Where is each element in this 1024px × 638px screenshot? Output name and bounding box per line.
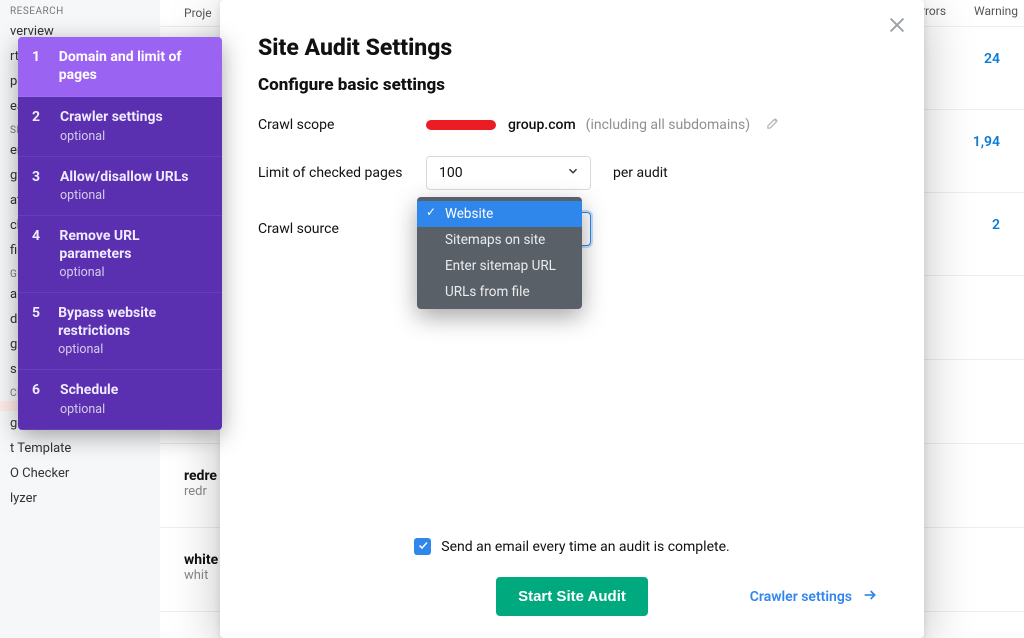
limit-pages-suffix: per audit [613,165,668,181]
step-title: Remove URL parameters [59,228,208,263]
email-notify-label: Send an email every time an audit is com… [441,539,729,555]
row-name: redre [184,468,217,484]
row-sub: redr [184,484,217,499]
limit-pages-select[interactable]: 100 [426,156,591,190]
settings-stepper: 1 Domain and limit of pages 2 Crawler setti… [18,37,222,430]
row-name: white [184,552,218,568]
email-notify-row: Send an email every time an audit is com… [258,538,886,555]
arrow-right-icon [862,587,878,607]
bg-nav-category: Research [0,0,160,19]
step-5[interactable]: 5 Bypass website restrictions optional [18,293,222,370]
modal-title: Site Audit Settings [258,34,886,61]
modal-footer: Send an email every time an audit is com… [258,538,886,616]
step-number: 6 [32,382,46,417]
step-title: Schedule [60,382,118,400]
redacted-domain-prefix [426,120,496,130]
step-title: Crawler settings [60,109,163,127]
crawl-source-option-sitemaps[interactable]: Sitemaps on site [417,227,582,253]
crawl-source-option-from-file[interactable]: URLs from file [417,279,582,305]
step-subtitle: optional [60,188,189,203]
step-number: 5 [32,305,44,357]
bg-col-project: Proje [184,6,212,20]
crawl-source-option-enter-url[interactable]: Enter sitemap URL [417,253,582,279]
row-sub: whit [184,568,218,583]
step-1[interactable]: 1 Domain and limit of pages [18,37,222,97]
step-title: Allow/disallow URLs [60,169,189,187]
limit-pages-row: Limit of checked pages 100 per audit [258,156,886,190]
start-site-audit-button[interactable]: Start Site Audit [496,577,648,616]
step-title: Bypass website restrictions [58,305,208,340]
step-2[interactable]: 2 Crawler settings optional [18,97,222,157]
crawl-source-label: Crawl source [258,221,426,237]
crawl-source-dropdown: Website Sitemaps on site Enter sitemap U… [417,197,582,309]
step-subtitle: optional [60,129,163,144]
email-notify-checkbox[interactable] [414,538,431,555]
crawl-scope-label: Crawl scope [258,117,426,133]
chevron-down-icon [566,164,580,182]
step-3[interactable]: 3 Allow/disallow URLsoptional [18,157,222,217]
crawl-scope-domain: group.com [508,117,576,133]
bg-col-right-group: Errors Warning [914,4,1018,18]
step-4[interactable]: 4 Remove URL parameters optional [18,216,222,293]
crawler-settings-link-label: Crawler settings [750,589,852,605]
bg-nav-item: O Checker [0,461,160,486]
bg-nav-item: lyzer [0,486,160,511]
crawl-scope-note: (including all subdomains) [586,117,750,133]
limit-pages-label: Limit of checked pages [258,165,426,181]
step-number: 1 [32,49,45,84]
step-6[interactable]: 6 Schedule optional [18,370,222,430]
modal-subtitle: Configure basic settings [258,75,886,95]
step-number: 2 [32,109,46,144]
pencil-icon [766,115,781,134]
edit-scope-button[interactable] [766,115,781,134]
crawl-scope-row: Crawl scope group.com (including all sub… [258,115,886,134]
step-title: Domain and limit of pages [59,49,208,84]
row-warnings: 1,94 [960,134,1000,150]
step-subtitle: optional [60,402,118,417]
site-audit-settings-modal: Site Audit Settings Configure basic sett… [220,0,924,638]
crawl-source-option-website[interactable]: Website [417,201,582,227]
step-number: 4 [32,228,45,280]
close-button[interactable] [886,14,908,36]
close-icon [886,21,908,40]
row-warnings: 24 [960,51,1000,67]
check-icon [417,539,429,555]
crawler-settings-link[interactable]: Crawler settings [750,587,878,607]
limit-pages-value: 100 [439,165,463,181]
bg-nav-item: t Template [0,436,160,461]
row-warnings: 2 [960,217,1000,233]
step-subtitle: optional [58,342,208,357]
step-subtitle: optional [59,265,208,280]
bg-col-warnings: Warning [974,4,1018,18]
step-number: 3 [32,169,46,204]
